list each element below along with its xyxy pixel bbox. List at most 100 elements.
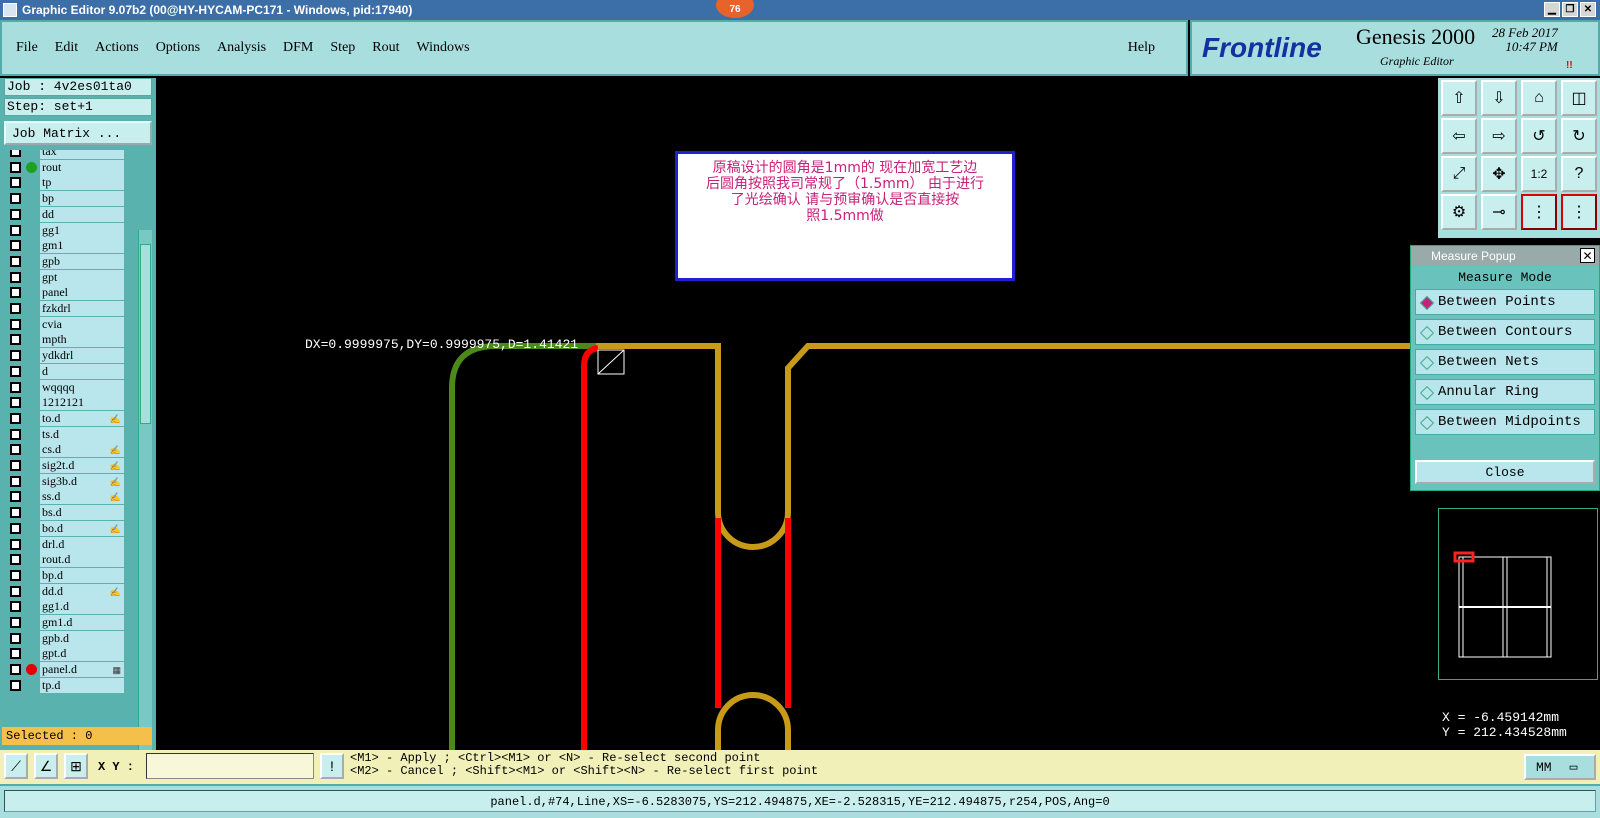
layer-row[interactable]: dd — [8, 206, 124, 222]
layer-checkbox[interactable] — [10, 224, 21, 236]
layer-row[interactable]: sig2t.d ✍ — [8, 458, 124, 473]
layer-row[interactable]: gpb.d — [8, 630, 124, 646]
snap-grid-icon[interactable]: ⟋ — [4, 753, 28, 779]
layer-row[interactable]: bs.d — [8, 505, 124, 521]
menu-step[interactable]: Step — [330, 40, 355, 56]
layer-scrollbar[interactable] — [138, 230, 152, 800]
layer-checkbox[interactable] — [10, 475, 21, 487]
menu-windows[interactable]: Windows — [417, 40, 470, 56]
layer-checkbox[interactable] — [10, 648, 21, 660]
layer-row[interactable]: 1212121 — [8, 395, 124, 411]
pan-right-icon[interactable]: ⇨ — [1481, 118, 1517, 154]
layer-row[interactable]: wqqqq — [8, 379, 124, 395]
window-split-icon[interactable]: ◫ — [1561, 80, 1597, 116]
option-annular-ring[interactable]: Annular Ring — [1415, 379, 1595, 405]
layer-row[interactable]: rout — [8, 159, 124, 175]
layer-checkbox[interactable] — [10, 318, 21, 330]
layer-row[interactable]: tp — [8, 175, 124, 191]
pan-up-icon[interactable]: ⇧ — [1441, 80, 1477, 116]
layer-row[interactable]: gm1 — [8, 238, 124, 254]
angle-icon[interactable]: ∠ — [34, 753, 58, 779]
layer-row[interactable]: rout.d — [8, 552, 124, 568]
option-between-contours[interactable]: Between Contours — [1415, 319, 1595, 345]
layer-checkbox[interactable] — [10, 150, 21, 157]
layer-row[interactable]: cvia — [8, 316, 124, 332]
layer-row[interactable]: to.d ✍ — [8, 410, 124, 426]
layer-checkbox[interactable] — [10, 491, 21, 503]
undo-view-icon[interactable]: ↺ — [1521, 118, 1557, 154]
layer-checkbox[interactable] — [10, 397, 21, 409]
layer-row[interactable]: gm1.d — [8, 615, 124, 630]
ratio-icon[interactable]: 1:2 — [1521, 156, 1557, 192]
layer-checkbox[interactable] — [10, 585, 21, 597]
layer-checkbox[interactable] — [10, 271, 21, 283]
layer-row[interactable]: tax — [8, 150, 124, 159]
layer-row[interactable]: drl.d — [8, 536, 124, 552]
layer-checkbox[interactable] — [10, 679, 21, 691]
option-between-points[interactable]: Between Points — [1415, 289, 1595, 315]
layer-row[interactable]: ydkdrl — [8, 348, 124, 364]
menu-options[interactable]: Options — [156, 40, 200, 56]
close-window-button[interactable]: ✕ — [1580, 2, 1596, 17]
home-icon[interactable]: ⌂ — [1521, 80, 1557, 116]
layer-checkbox[interactable] — [10, 460, 21, 471]
layer-checkbox[interactable] — [10, 381, 21, 393]
layer-checkbox[interactable] — [10, 412, 21, 424]
help-icon[interactable]: ? — [1561, 156, 1597, 192]
menu-edit[interactable]: Edit — [55, 40, 78, 56]
net-highlight-icon[interactable]: ⋮ — [1521, 194, 1557, 230]
layer-checkbox[interactable] — [10, 428, 21, 440]
layer-checkbox[interactable] — [10, 334, 21, 346]
overview-map[interactable] — [1438, 508, 1598, 680]
maximize-button[interactable]: ❐ — [1562, 2, 1578, 17]
layer-checkbox[interactable] — [10, 208, 21, 220]
minimize-button[interactable]: ▁ — [1544, 2, 1560, 17]
popup-close-icon[interactable]: ✕ — [1580, 248, 1595, 263]
menu-help[interactable]: Help — [1128, 40, 1155, 56]
layer-row[interactable]: bp.d — [8, 567, 124, 583]
layer-row[interactable]: bp — [8, 191, 124, 207]
units-select[interactable]: MM ▭ — [1524, 754, 1596, 780]
layer-row[interactable]: mpth — [8, 332, 124, 348]
layer-row[interactable]: gg1.d — [8, 599, 124, 615]
layer-row[interactable]: dd.d ✍ — [8, 583, 124, 599]
layer-row[interactable]: gpt — [8, 269, 124, 285]
option-between-nets[interactable]: Between Nets — [1415, 349, 1595, 375]
scroll-thumb[interactable] — [140, 244, 151, 424]
layer-checkbox[interactable] — [10, 161, 21, 173]
alert-icon[interactable]: ! — [320, 753, 344, 779]
layer-checkbox[interactable] — [10, 240, 21, 252]
layer-checkbox[interactable] — [10, 444, 21, 456]
job-matrix-button[interactable]: Job Matrix ... — [4, 121, 152, 145]
menu-dfm[interactable]: DFM — [283, 40, 313, 56]
xy-input[interactable] — [146, 753, 314, 779]
layer-row[interactable]: gg1 — [8, 222, 124, 238]
popup-close-button[interactable]: Close — [1415, 460, 1595, 484]
menu-analysis[interactable]: Analysis — [217, 40, 266, 56]
layer-checkbox[interactable] — [10, 507, 21, 519]
menu-rout[interactable]: Rout — [372, 40, 399, 56]
layer-checkbox[interactable] — [10, 554, 21, 566]
grid-icon[interactable]: ⊞ — [64, 753, 88, 779]
layer-checkbox[interactable] — [10, 569, 21, 581]
layer-checkbox[interactable] — [10, 664, 21, 676]
zoom-center-icon[interactable]: ✥ — [1481, 156, 1517, 192]
menu-file[interactable]: File — [16, 40, 38, 56]
layer-row[interactable]: fzkdrl — [8, 301, 124, 316]
settings-icon[interactable]: ⚙ — [1441, 194, 1477, 230]
layer-row[interactable]: sig3b.d ✍ — [8, 473, 124, 489]
layer-row[interactable]: panel.d ▦ — [8, 662, 124, 678]
layer-checkbox[interactable] — [10, 601, 21, 613]
layer-checkbox[interactable] — [10, 255, 21, 267]
layer-checkbox[interactable] — [10, 632, 21, 644]
layer-checkbox[interactable] — [10, 287, 21, 299]
layer-row[interactable]: cs.d ✍ — [8, 442, 124, 458]
layer-checkbox[interactable] — [10, 350, 21, 362]
layer-row[interactable]: tp.d — [8, 677, 124, 693]
layer-checkbox[interactable] — [10, 177, 21, 189]
pan-left-icon[interactable]: ⇦ — [1441, 118, 1477, 154]
option-between-midpoints[interactable]: Between Midpoints — [1415, 409, 1595, 435]
layer-row[interactable]: d — [8, 363, 124, 379]
layer-row[interactable]: gpt.d — [8, 646, 124, 662]
zoom-fit-icon[interactable]: ⤢ — [1441, 156, 1477, 192]
